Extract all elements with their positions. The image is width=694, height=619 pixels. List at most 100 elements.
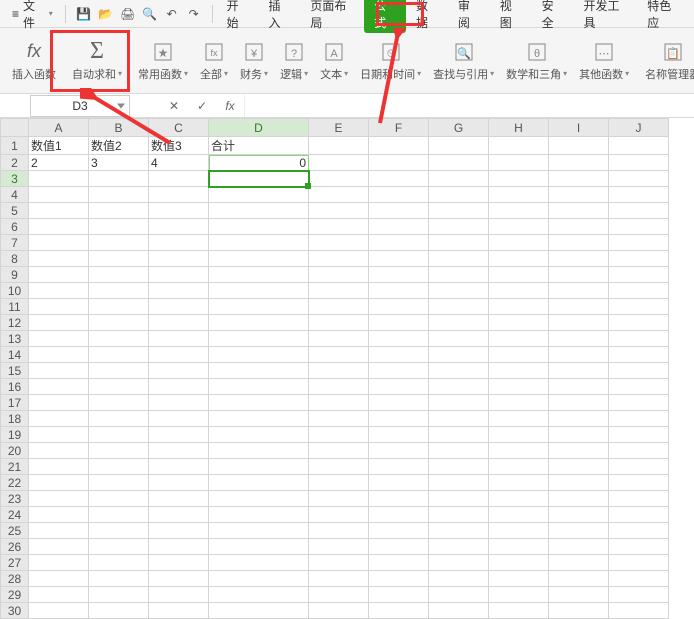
cell-E22[interactable] bbox=[309, 475, 369, 491]
cell-I26[interactable] bbox=[549, 539, 609, 555]
cell-B4[interactable] bbox=[89, 187, 149, 203]
cell-D25[interactable] bbox=[209, 523, 309, 539]
cell-F26[interactable] bbox=[369, 539, 429, 555]
col-header-J[interactable]: J bbox=[609, 119, 669, 137]
cell-I11[interactable] bbox=[549, 299, 609, 315]
cell-A2[interactable]: 2 bbox=[29, 155, 89, 171]
cell-J18[interactable] bbox=[609, 411, 669, 427]
menu-tab-8[interactable]: 开发工具 bbox=[574, 0, 638, 27]
cell-G29[interactable] bbox=[429, 587, 489, 603]
cell-D12[interactable] bbox=[209, 315, 309, 331]
cell-J16[interactable] bbox=[609, 379, 669, 395]
cell-H13[interactable] bbox=[489, 331, 549, 347]
col-header-H[interactable]: H bbox=[489, 119, 549, 137]
cell-J24[interactable] bbox=[609, 507, 669, 523]
cell-H6[interactable] bbox=[489, 219, 549, 235]
cell-I6[interactable] bbox=[549, 219, 609, 235]
cell-E2[interactable] bbox=[309, 155, 369, 171]
cell-C11[interactable] bbox=[149, 299, 209, 315]
cell-J17[interactable] bbox=[609, 395, 669, 411]
cell-C30[interactable] bbox=[149, 603, 209, 619]
cell-A29[interactable] bbox=[29, 587, 89, 603]
cell-I10[interactable] bbox=[549, 283, 609, 299]
menu-tab-4[interactable]: 数据 bbox=[406, 0, 448, 27]
cell-D22[interactable] bbox=[209, 475, 309, 491]
cell-G2[interactable] bbox=[429, 155, 489, 171]
col-header-I[interactable]: I bbox=[549, 119, 609, 137]
cell-I13[interactable] bbox=[549, 331, 609, 347]
cell-J27[interactable] bbox=[609, 555, 669, 571]
cell-C16[interactable] bbox=[149, 379, 209, 395]
cell-I8[interactable] bbox=[549, 251, 609, 267]
cell-H17[interactable] bbox=[489, 395, 549, 411]
cell-B24[interactable] bbox=[89, 507, 149, 523]
col-header-E[interactable]: E bbox=[309, 119, 369, 137]
cell-F23[interactable] bbox=[369, 491, 429, 507]
row-header-26[interactable]: 26 bbox=[1, 539, 29, 555]
cell-F14[interactable] bbox=[369, 347, 429, 363]
cell-B8[interactable] bbox=[89, 251, 149, 267]
cell-I3[interactable] bbox=[549, 171, 609, 187]
cell-D21[interactable] bbox=[209, 459, 309, 475]
row-header-28[interactable]: 28 bbox=[1, 571, 29, 587]
cell-A25[interactable] bbox=[29, 523, 89, 539]
cell-F30[interactable] bbox=[369, 603, 429, 619]
cell-E15[interactable] bbox=[309, 363, 369, 379]
ribbon-recent[interactable]: ★常用函数▾ bbox=[132, 32, 194, 89]
cell-B20[interactable] bbox=[89, 443, 149, 459]
cell-G19[interactable] bbox=[429, 427, 489, 443]
cell-G20[interactable] bbox=[429, 443, 489, 459]
cell-G23[interactable] bbox=[429, 491, 489, 507]
cell-A8[interactable] bbox=[29, 251, 89, 267]
cell-D6[interactable] bbox=[209, 219, 309, 235]
cell-F10[interactable] bbox=[369, 283, 429, 299]
cell-J5[interactable] bbox=[609, 203, 669, 219]
col-header-F[interactable]: F bbox=[369, 119, 429, 137]
cell-C15[interactable] bbox=[149, 363, 209, 379]
cell-A7[interactable] bbox=[29, 235, 89, 251]
cell-G8[interactable] bbox=[429, 251, 489, 267]
cell-E10[interactable] bbox=[309, 283, 369, 299]
cell-F25[interactable] bbox=[369, 523, 429, 539]
row-header-24[interactable]: 24 bbox=[1, 507, 29, 523]
cell-F5[interactable] bbox=[369, 203, 429, 219]
ribbon-financial[interactable]: ¥财务▾ bbox=[234, 32, 274, 89]
cell-C3[interactable] bbox=[149, 171, 209, 187]
cell-D24[interactable] bbox=[209, 507, 309, 523]
cell-E11[interactable] bbox=[309, 299, 369, 315]
confirm-icon[interactable]: ✓ bbox=[192, 96, 212, 116]
cell-G22[interactable] bbox=[429, 475, 489, 491]
cell-B28[interactable] bbox=[89, 571, 149, 587]
cell-G25[interactable] bbox=[429, 523, 489, 539]
cell-D29[interactable] bbox=[209, 587, 309, 603]
cell-A10[interactable] bbox=[29, 283, 89, 299]
undo-icon[interactable]: ↶ bbox=[164, 6, 180, 22]
cell-D1[interactable]: 合计 bbox=[209, 137, 309, 155]
cell-C5[interactable] bbox=[149, 203, 209, 219]
cell-I2[interactable] bbox=[549, 155, 609, 171]
cell-J12[interactable] bbox=[609, 315, 669, 331]
cell-B19[interactable] bbox=[89, 427, 149, 443]
row-header-1[interactable]: 1 bbox=[1, 137, 29, 155]
print-preview-icon[interactable]: 🔍 bbox=[142, 6, 158, 22]
row-header-3[interactable]: 3 bbox=[1, 171, 29, 187]
cell-D23[interactable] bbox=[209, 491, 309, 507]
cell-D26[interactable] bbox=[209, 539, 309, 555]
cell-D3[interactable] bbox=[209, 171, 309, 187]
cell-H7[interactable] bbox=[489, 235, 549, 251]
cell-J25[interactable] bbox=[609, 523, 669, 539]
open-icon[interactable]: 📂 bbox=[98, 6, 114, 22]
cell-C19[interactable] bbox=[149, 427, 209, 443]
cell-J19[interactable] bbox=[609, 427, 669, 443]
cell-B13[interactable] bbox=[89, 331, 149, 347]
cell-H1[interactable] bbox=[489, 137, 549, 155]
cell-J6[interactable] bbox=[609, 219, 669, 235]
row-header-19[interactable]: 19 bbox=[1, 427, 29, 443]
cell-B6[interactable] bbox=[89, 219, 149, 235]
cell-B18[interactable] bbox=[89, 411, 149, 427]
row-header-17[interactable]: 17 bbox=[1, 395, 29, 411]
cell-C6[interactable] bbox=[149, 219, 209, 235]
cell-J10[interactable] bbox=[609, 283, 669, 299]
cell-B25[interactable] bbox=[89, 523, 149, 539]
cell-G4[interactable] bbox=[429, 187, 489, 203]
